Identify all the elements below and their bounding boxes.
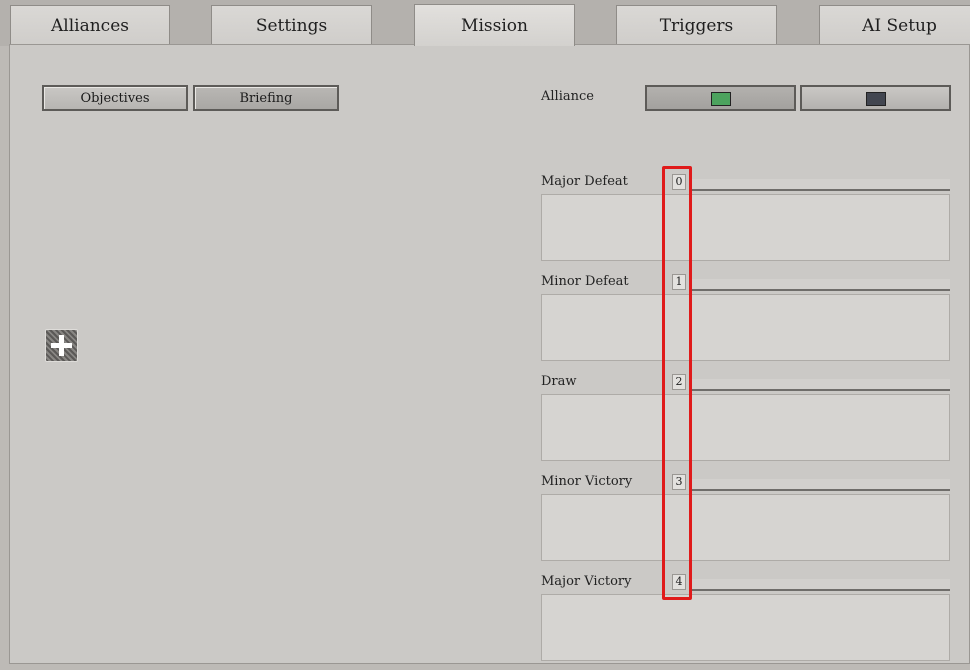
- outcome-major-defeat: Major Defeat 0: [541, 174, 950, 262]
- outcome-title-field[interactable]: [691, 479, 950, 491]
- tab-bar: Alliances Settings Mission Triggers AI S…: [0, 0, 970, 46]
- add-objective-button[interactable]: [45, 329, 78, 362]
- outcome-title-field[interactable]: [691, 379, 950, 391]
- outcome-description-field[interactable]: [541, 194, 950, 261]
- outcome-title-field[interactable]: [691, 179, 950, 191]
- outcome-label: Minor Defeat: [541, 274, 629, 289]
- green-swatch-icon: [711, 92, 731, 106]
- outcome-description-field[interactable]: [541, 394, 950, 461]
- tab-settings[interactable]: Settings: [211, 5, 372, 45]
- outcome-title-field[interactable]: [691, 579, 950, 591]
- alliance-label: Alliance: [541, 89, 594, 104]
- outcome-description-field[interactable]: [541, 594, 950, 661]
- alliance-option-green[interactable]: [645, 85, 796, 111]
- outcome-minor-defeat: Minor Defeat 1: [541, 274, 950, 362]
- outcome-label: Draw: [541, 374, 577, 389]
- outcome-description-field[interactable]: [541, 294, 950, 361]
- outcome-major-victory: Major Victory 4: [541, 574, 950, 662]
- tab-triggers[interactable]: Triggers: [616, 5, 777, 45]
- alliance-option-dark[interactable]: [800, 85, 951, 111]
- outcome-label: Minor Victory: [541, 474, 633, 489]
- briefing-button[interactable]: Briefing: [193, 85, 339, 111]
- highlight-box: [662, 166, 692, 600]
- mission-panel: Objectives Briefing Alliance Major Defea…: [9, 44, 970, 664]
- outcome-label: Major Victory: [541, 574, 632, 589]
- outcome-draw: Draw 2: [541, 374, 950, 462]
- outcome-description-field[interactable]: [541, 494, 950, 561]
- outcome-label: Major Defeat: [541, 174, 628, 189]
- tab-mission[interactable]: Mission: [414, 4, 575, 46]
- outcome-title-field[interactable]: [691, 279, 950, 291]
- tab-ai-setup[interactable]: AI Setup: [819, 5, 970, 45]
- objectives-button[interactable]: Objectives: [42, 85, 188, 111]
- dark-swatch-icon: [866, 92, 886, 106]
- tab-alliances[interactable]: Alliances: [10, 5, 170, 45]
- outcome-minor-victory: Minor Victory 3: [541, 474, 950, 562]
